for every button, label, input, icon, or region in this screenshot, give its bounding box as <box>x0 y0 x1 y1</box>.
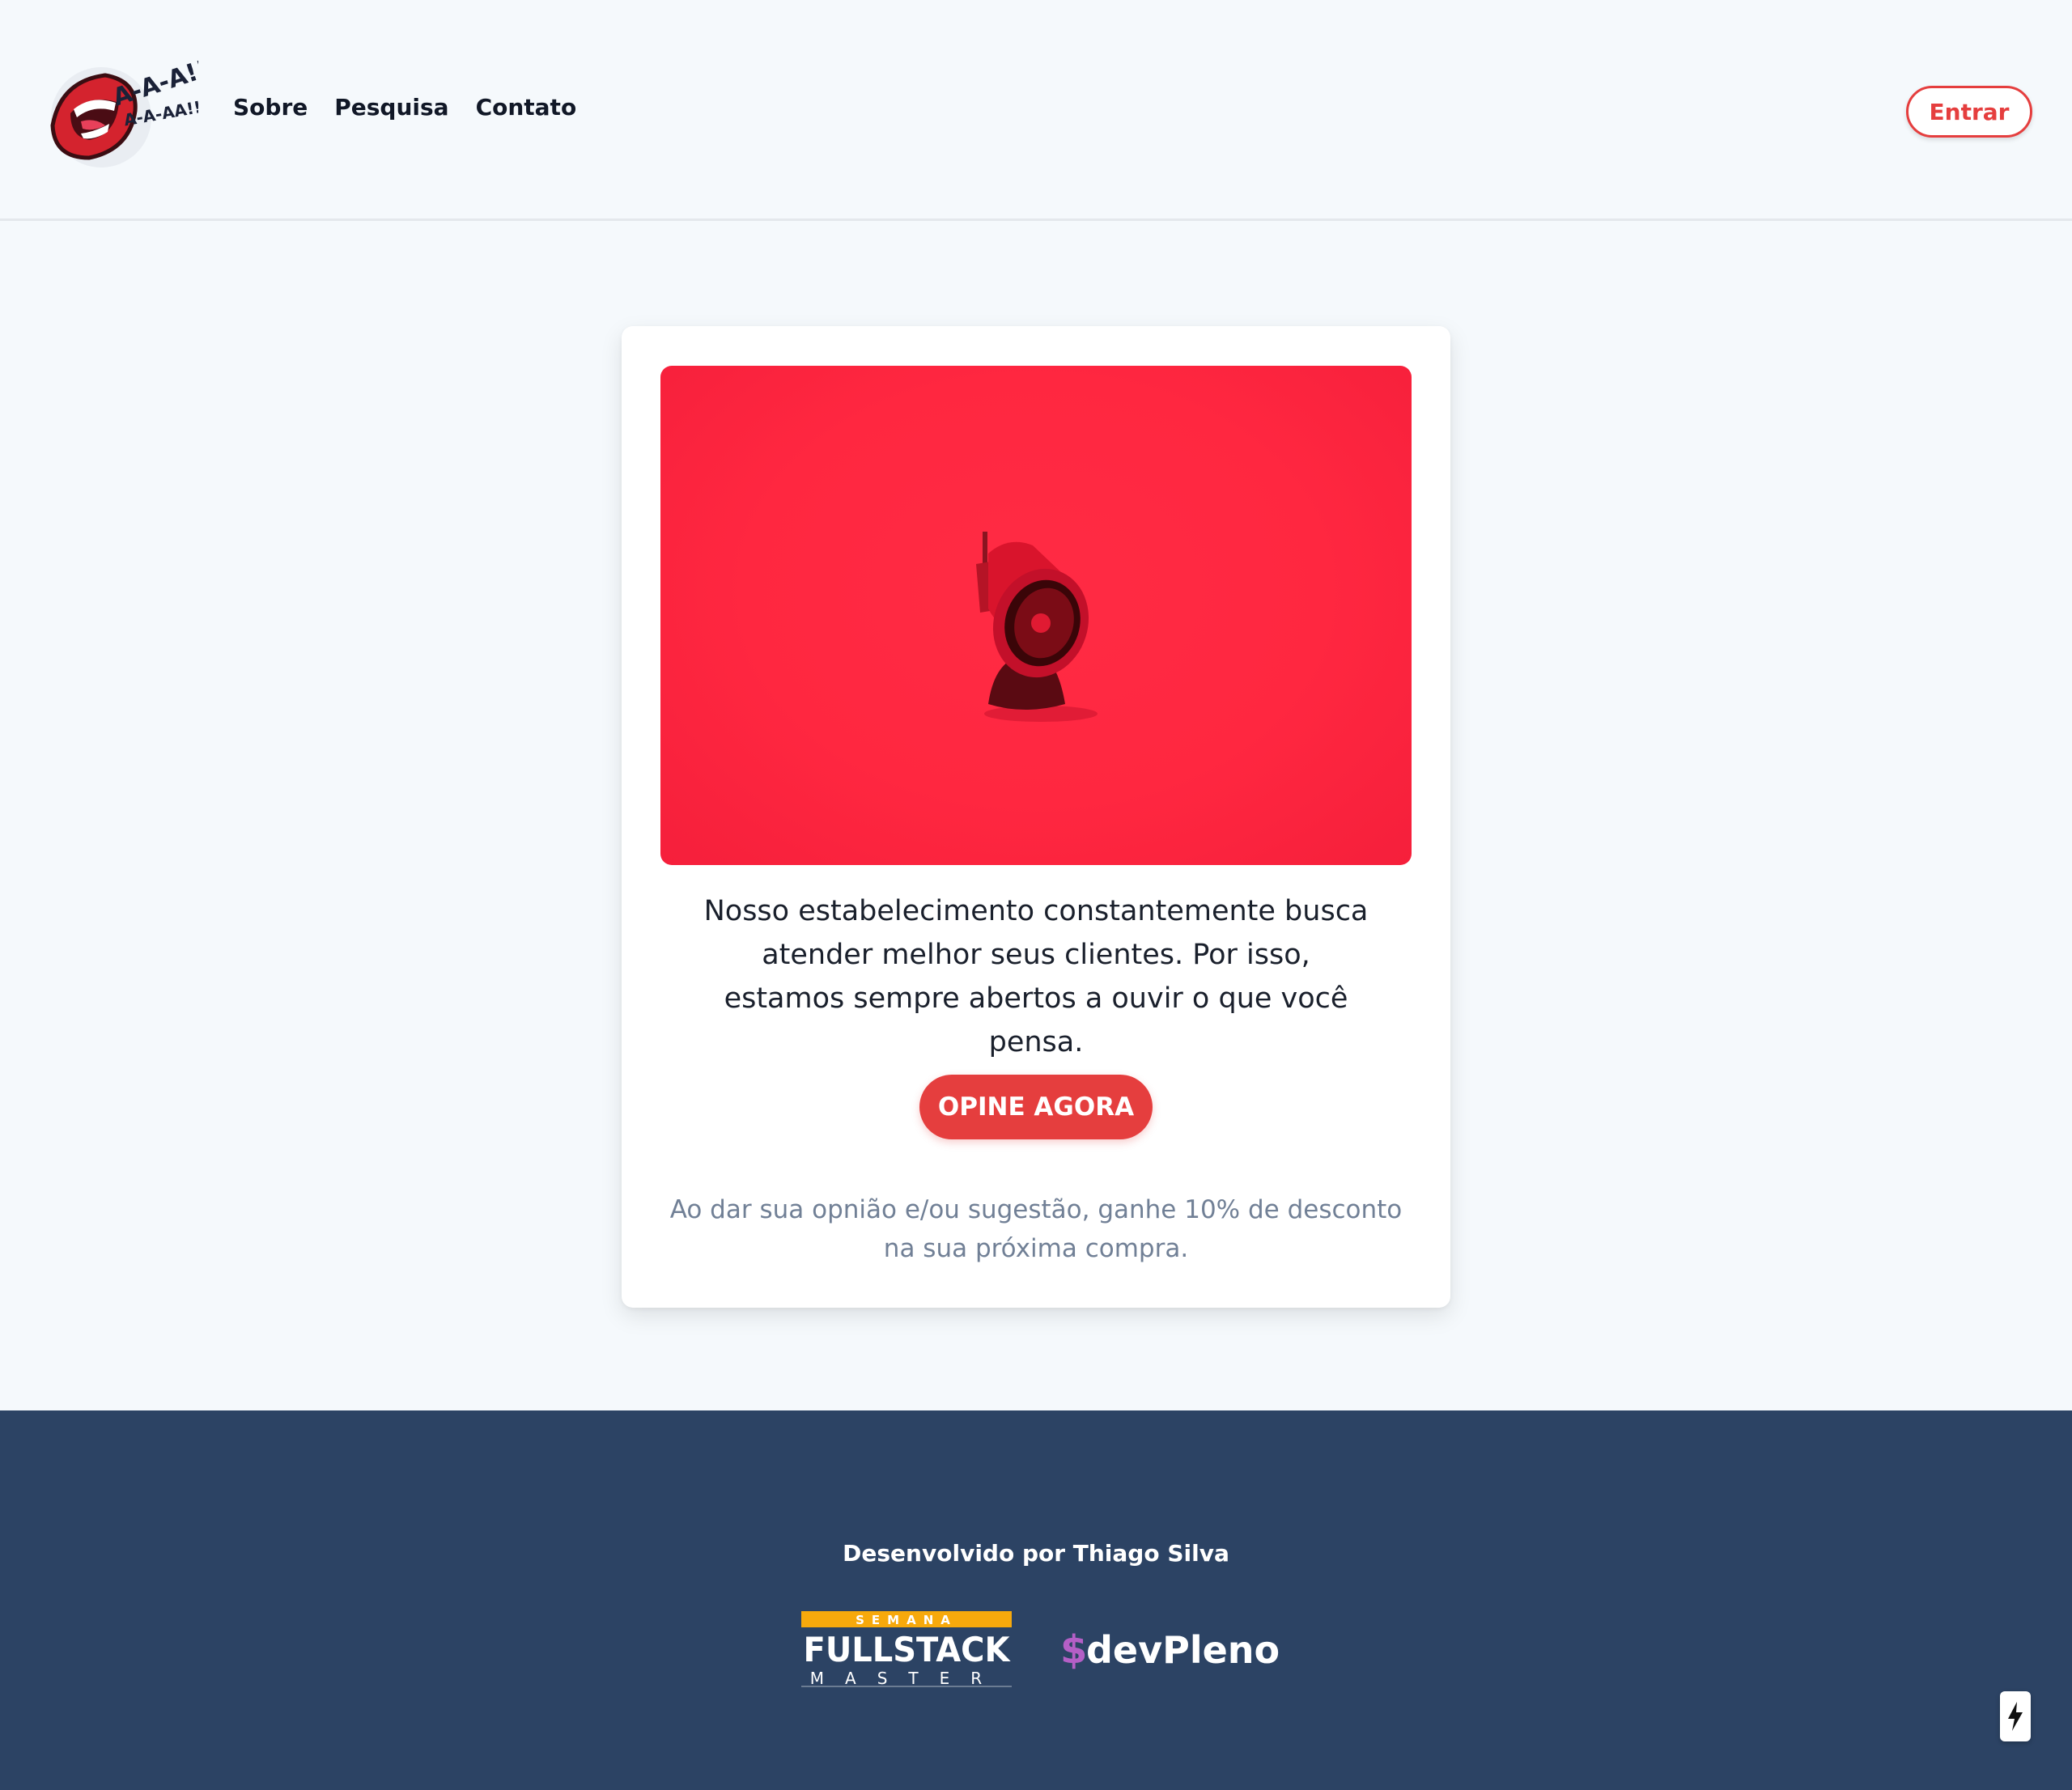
lightning-bolt-icon <box>2008 1702 2023 1731</box>
nav-link-sobre[interactable]: Sobre <box>233 94 308 121</box>
main-nav: Sobre Pesquisa Contato <box>233 94 576 121</box>
nav-link-pesquisa[interactable]: Pesquisa <box>334 94 448 121</box>
discount-note: Ao dar sua opnião e/ou sugestão, ganhe 1… <box>669 1195 1403 1263</box>
svg-text:MASTER: MASTER <box>810 1669 1003 1688</box>
login-button[interactable]: Entrar <box>1906 86 2032 138</box>
hero-image <box>660 366 1412 865</box>
opine-agora-button[interactable]: OPINE AGORA <box>919 1075 1153 1139</box>
card-description: Nosso estabelecimento constantemente bus… <box>703 895 1369 1058</box>
svg-text:FULLSTACK: FULLSTACK <box>804 1630 1011 1669</box>
site-footer: Desenvolvido por Thiago Silva SEMANA FUL… <box>0 1410 2072 1790</box>
devpleno-logo[interactable]: $ devPleno <box>1060 1622 1280 1679</box>
svg-text:devPleno: devPleno <box>1086 1628 1279 1672</box>
site-header: A-A-A!! A-A-AA!! Sobre Pesquisa Contato … <box>0 0 2072 221</box>
shouting-mouth-icon: A-A-A!! A-A-AA!! <box>50 55 212 168</box>
brand-logo[interactable]: A-A-A!! A-A-AA!! <box>45 36 212 174</box>
svg-text:$: $ <box>1060 1627 1087 1673</box>
nav-link-contato[interactable]: Contato <box>476 94 577 121</box>
svg-text:SEMANA: SEMANA <box>856 1613 957 1627</box>
fullstack-master-logo[interactable]: SEMANA FULLSTACK MASTER <box>801 1611 1012 1688</box>
footer-credit: Desenvolvido por Thiago Silva <box>843 1540 1229 1567</box>
megaphone-icon <box>976 532 1098 722</box>
feedback-card: Nosso estabelecimento constantemente bus… <box>622 326 1450 1308</box>
quick-action-button[interactable] <box>2000 1691 2031 1741</box>
